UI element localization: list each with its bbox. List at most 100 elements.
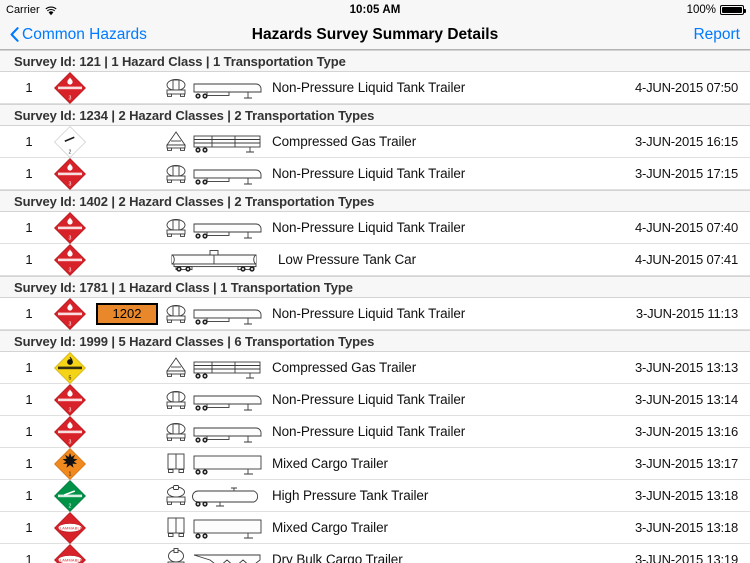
transportation-type-icon — [164, 547, 266, 563]
hazard-count: 1 — [14, 424, 44, 439]
svg-text:2: 2 — [69, 149, 72, 155]
battery-percent-label: 100% — [687, 4, 716, 16]
survey-timestamp: 4-JUN-2015 07:50 — [595, 80, 750, 95]
table-row[interactable]: 1 FLAMMABLE Mixed Cargo Trailer3-JUN-2015… — [0, 512, 750, 544]
transportation-type-icon — [164, 419, 266, 445]
survey-list[interactable]: Survey Id: 121 | 1 Hazard Class | 1 Tran… — [0, 50, 750, 563]
section-header: Survey Id: 121 | 1 Hazard Class | 1 Tran… — [0, 50, 750, 72]
hazard-count: 1 — [14, 306, 44, 321]
svg-text:1: 1 — [69, 471, 72, 477]
transportation-type-icon — [164, 301, 266, 327]
transportation-type-label: Mixed Cargo Trailer — [266, 456, 595, 471]
svg-text:3: 3 — [69, 181, 72, 187]
table-row[interactable]: 1 2 High Pressure Tank Trailer3-JUN-2015 … — [0, 480, 750, 512]
survey-timestamp: 3-JUN-2015 13:18 — [595, 520, 750, 535]
hazard-count: 1 — [14, 80, 44, 95]
table-row[interactable]: 1 3 Low Pressure Tank Car4-JUN-2015 07:41 — [0, 244, 750, 276]
svg-text:3: 3 — [69, 407, 72, 413]
transportation-type-label: Low Pressure Tank Car — [272, 252, 595, 267]
table-row[interactable]: 1 3 Non-Pressure Liquid Tank Trailer4-JUN… — [0, 72, 750, 104]
table-row[interactable]: 1 3 Non-Pressure Liquid Tank Trailer4-JUN… — [0, 212, 750, 244]
section-header: Survey Id: 1999 | 5 Hazard Classes | 6 T… — [0, 330, 750, 352]
transportation-type-icon — [164, 215, 266, 241]
transportation-type-label: Mixed Cargo Trailer — [266, 520, 595, 535]
status-bar-time: 10:05 AM — [0, 4, 750, 16]
hazard-count: 1 — [14, 520, 44, 535]
chevron-left-icon — [10, 27, 19, 42]
table-row[interactable]: 1 1 Mixed Cargo Trailer3-JUN-2015 13:17 — [0, 448, 750, 480]
svg-text:FLAMMABLE: FLAMMABLE — [57, 557, 83, 562]
survey-timestamp: 3-JUN-2015 17:15 — [595, 166, 750, 181]
survey-timestamp: 3-JUN-2015 13:14 — [595, 392, 750, 407]
transportation-type-icon — [164, 387, 266, 413]
table-row[interactable]: 1 FLAMMABLE Dry Bulk Cargo Trailer3-JUN-2… — [0, 544, 750, 563]
transportation-type-icon — [164, 161, 266, 187]
section-header: Survey Id: 1234 | 2 Hazard Classes | 2 T… — [0, 104, 750, 126]
transportation-type-label: Non-Pressure Liquid Tank Trailer — [266, 392, 595, 407]
survey-timestamp: 3-JUN-2015 13:19 — [595, 552, 750, 563]
transportation-type-icon — [164, 247, 272, 273]
table-row[interactable]: 1 3 Non-Pressure Liquid Tank Trailer3-JUN… — [0, 384, 750, 416]
table-row[interactable]: 1 2 Compressed Gas Trailer3-JUN-2015 16:1… — [0, 126, 750, 158]
back-button[interactable]: Common Hazards — [10, 26, 147, 44]
transportation-type-icon — [164, 451, 266, 477]
hazard-count: 1 — [14, 456, 44, 471]
battery-icon — [720, 5, 744, 15]
survey-timestamp: 4-JUN-2015 07:41 — [595, 252, 750, 267]
hazard-count: 1 — [14, 252, 44, 267]
section-header: Survey Id: 1781 | 1 Hazard Class | 1 Tra… — [0, 276, 750, 298]
svg-text:3: 3 — [69, 267, 72, 273]
transportation-type-label: High Pressure Tank Trailer — [266, 488, 595, 503]
hazard-placard-icon: 1 — [44, 447, 96, 481]
hazard-placard-icon: 5 — [44, 351, 96, 385]
survey-timestamp: 3-JUN-2015 11:13 — [595, 306, 750, 321]
survey-timestamp: 3-JUN-2015 13:17 — [595, 456, 750, 471]
table-row[interactable]: 1 3 1202 Non-Pressure Liquid Tank Trailer3… — [0, 298, 750, 330]
hazard-placard-icon: FLAMMABLE — [44, 511, 96, 545]
table-row[interactable]: 15 Compressed Gas Trailer3-JUN-2015 13:1… — [0, 352, 750, 384]
hazard-placard-icon: 2 — [44, 479, 96, 513]
table-row[interactable]: 1 3 Non-Pressure Liquid Tank Trailer3-JUN… — [0, 158, 750, 190]
hazard-placard-icon: FLAMMABLE — [44, 543, 96, 563]
hazard-count: 1 — [14, 166, 44, 181]
transportation-type-icon — [164, 355, 266, 381]
un-number-panel: 1202 — [96, 303, 158, 325]
back-button-label: Common Hazards — [22, 26, 147, 44]
status-bar: Carrier 10:05 AM 100% — [0, 0, 750, 20]
report-button[interactable]: Report — [693, 26, 740, 44]
transportation-type-icon — [164, 129, 266, 155]
hazard-placard-icon: 3 — [44, 71, 96, 105]
navigation-bar: Common Hazards Hazards Survey Summary De… — [0, 20, 750, 50]
svg-text:2: 2 — [69, 503, 72, 509]
hazard-count: 1 — [14, 360, 44, 375]
survey-timestamp: 3-JUN-2015 16:15 — [595, 134, 750, 149]
transportation-type-icon — [164, 483, 266, 509]
svg-text:3: 3 — [69, 235, 72, 241]
hazard-count: 1 — [14, 488, 44, 503]
hazard-count: 1 — [14, 134, 44, 149]
transportation-type-label: Compressed Gas Trailer — [266, 134, 595, 149]
hazard-placard-icon: 3 — [44, 157, 96, 191]
un-number-panel-cell: 1202 — [96, 303, 164, 325]
survey-timestamp: 4-JUN-2015 07:40 — [595, 220, 750, 235]
transportation-type-label: Non-Pressure Liquid Tank Trailer — [266, 220, 595, 235]
transportation-type-label: Non-Pressure Liquid Tank Trailer — [266, 166, 595, 181]
transportation-type-label: Dry Bulk Cargo Trailer — [266, 552, 595, 563]
hazard-count: 1 — [14, 220, 44, 235]
hazard-placard-icon: 3 — [44, 243, 96, 277]
hazard-count: 1 — [14, 392, 44, 407]
table-row[interactable]: 13 Non-Pressure Liquid Tank Trailer3-JUN… — [0, 416, 750, 448]
transportation-type-label: Non-Pressure Liquid Tank Trailer — [266, 306, 595, 321]
transportation-type-label: Non-Pressure Liquid Tank Trailer — [266, 424, 595, 439]
hazard-count: 1 — [14, 552, 44, 563]
transportation-type-label: Non-Pressure Liquid Tank Trailer — [266, 80, 595, 95]
survey-timestamp: 3-JUN-2015 13:18 — [595, 488, 750, 503]
transportation-type-icon — [164, 75, 266, 101]
svg-text:5: 5 — [69, 375, 72, 381]
hazard-placard-icon: 2 — [44, 125, 96, 159]
hazard-placard-icon: 3 — [44, 211, 96, 245]
svg-text:3: 3 — [69, 321, 72, 327]
svg-text:FLAMMABLE: FLAMMABLE — [57, 525, 83, 530]
svg-text:3: 3 — [69, 95, 72, 101]
section-header: Survey Id: 1402 | 2 Hazard Classes | 2 T… — [0, 190, 750, 212]
